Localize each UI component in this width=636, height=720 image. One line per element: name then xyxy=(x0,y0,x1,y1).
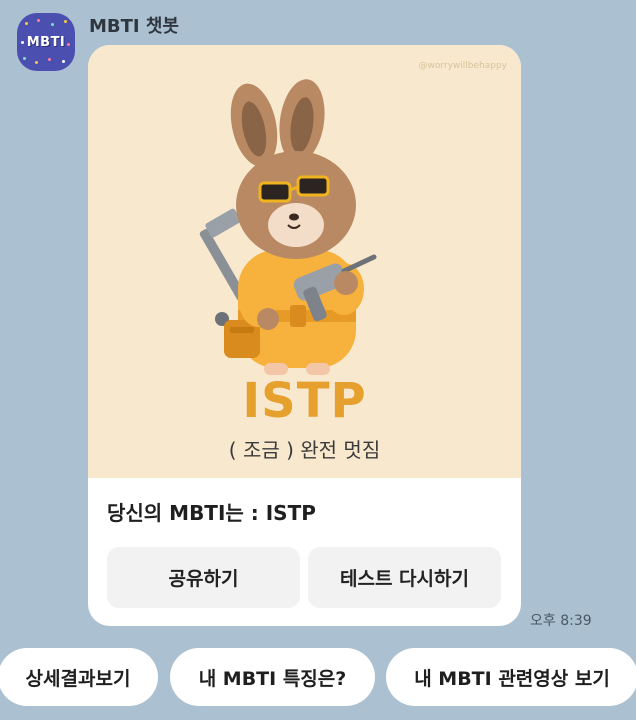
confetti-dot xyxy=(37,19,40,22)
quick-reply-videos[interactable]: 내 MBTI 관련영상 보기 xyxy=(386,648,636,706)
mbti-type-title: ISTP xyxy=(242,373,367,429)
confetti-dot xyxy=(51,23,54,26)
confetti-dot xyxy=(64,20,67,23)
confetti-dot xyxy=(23,57,26,60)
avatar-label: MBTI xyxy=(26,34,66,50)
result-image[interactable]: @worrywillbehappy ISTP (조금) 완전 멋짐 xyxy=(88,45,521,478)
bot-avatar[interactable]: MBTI xyxy=(17,13,75,71)
result-text: 당신의 MBTI는 : ISTP xyxy=(107,501,316,525)
sender-name: MBTI 챗봇 xyxy=(89,16,179,37)
confetti-dot xyxy=(25,22,28,25)
confetti-dot xyxy=(62,60,65,63)
confetti-dot xyxy=(48,58,51,61)
confetti-dot xyxy=(67,43,70,46)
confetti-dot xyxy=(35,61,38,64)
confetti-dot xyxy=(21,41,24,44)
mbti-type-subtitle: ( 조금 ) 완전 멋짐 xyxy=(228,438,381,462)
quick-reply-detail-result[interactable]: 상세결과보기 xyxy=(0,648,158,706)
quick-reply-traits[interactable]: 내 MBTI 특징은? xyxy=(170,648,375,706)
message-time: 오후 8:39 xyxy=(530,613,592,629)
rabbit-worker-illustration xyxy=(199,79,377,375)
retest-button[interactable]: 테스트 다시하기 xyxy=(308,547,501,608)
message-card: @worrywillbehappy ISTP (조금) 완전 멋짐 당신의 … xyxy=(88,45,521,626)
share-button[interactable]: 공유하기 xyxy=(107,547,300,608)
watermark: @worrywillbehappy xyxy=(418,61,507,71)
